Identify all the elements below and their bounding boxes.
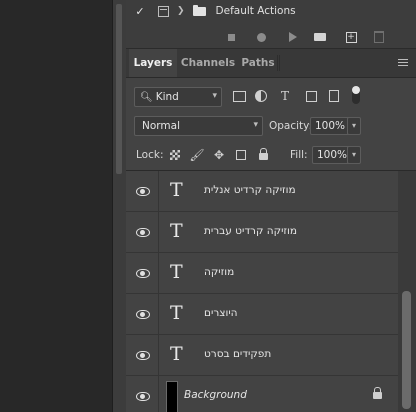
toggle-item-check-icon[interactable]: ✓ (132, 5, 148, 18)
type-layer-icon: T (170, 302, 183, 324)
eye-icon (136, 392, 150, 401)
strip-scroll-thumb[interactable] (116, 4, 122, 174)
blend-row: Normal ▾ Opacity: 100% ▾ (126, 112, 416, 140)
fill-field[interactable]: 100% (312, 146, 352, 164)
layer-name[interactable]: תפקידים בסרט (204, 348, 271, 360)
chevron-down-icon[interactable]: ❯ (177, 6, 185, 16)
eye-icon (136, 310, 150, 319)
type-layer-icon: T (170, 343, 183, 365)
create-new-action-button[interactable]: + (344, 28, 358, 46)
create-new-set-button[interactable] (312, 28, 328, 46)
filter-kind-label: Kind (155, 91, 179, 103)
chevron-down-icon: ▾ (212, 91, 217, 101)
visibility-toggle[interactable] (126, 376, 159, 412)
panel-tab-bar: Layers Channels Paths (126, 49, 416, 78)
layer-row[interactable]: T מוזיקה (126, 253, 398, 294)
layers-panel-dock: ✓ ❯ Default Actions + Layers Channels Pa… (126, 0, 416, 412)
type-layer-icon: T (170, 179, 183, 201)
canvas-area (0, 0, 112, 412)
smart-object-filter-icon[interactable] (327, 90, 341, 102)
layer-row[interactable]: T מוזיקה קרדיט אנלית (126, 171, 398, 212)
blend-mode-select[interactable]: Normal ▾ (134, 116, 263, 136)
lock-icon (373, 387, 382, 399)
tab-layers[interactable]: Layers (129, 49, 177, 77)
lock-artboard-icon[interactable] (234, 148, 248, 162)
lock-transparent-pixels-icon[interactable] (168, 148, 182, 162)
begin-recording-button[interactable] (254, 28, 268, 46)
action-set-name: Default Actions (215, 5, 296, 17)
layer-filter-row: 🔍︎ Kind ▾ T (126, 78, 416, 112)
search-icon: 🔍︎ (140, 91, 153, 103)
lock-image-pixels-icon[interactable]: 🖌︎ (189, 148, 204, 162)
visibility-toggle[interactable] (126, 294, 159, 334)
new-folder-icon (314, 33, 326, 41)
eye-icon (136, 351, 150, 360)
layer-name[interactable]: מוזיקה (204, 266, 234, 278)
lock-position-icon[interactable]: ✥ (212, 148, 226, 162)
visibility-toggle[interactable] (126, 335, 159, 375)
stop-playing-button[interactable] (224, 28, 238, 46)
layer-row-background[interactable]: Background (126, 376, 398, 412)
actions-panel: ✓ ❯ Default Actions + (126, 0, 416, 49)
scrollbar-thumb[interactable] (402, 291, 411, 409)
lock-label: Lock: (136, 149, 164, 161)
layer-name[interactable]: Background (184, 389, 247, 401)
toggle-dialog-icon[interactable] (158, 5, 169, 17)
shape-layer-filter-icon[interactable] (304, 90, 318, 102)
layer-row[interactable]: T היוצרים (126, 294, 398, 335)
visibility-toggle[interactable] (126, 253, 159, 293)
lock-all-icon[interactable] (256, 148, 270, 162)
type-layer-filter-icon[interactable]: T (278, 89, 292, 103)
pixel-layer-filter-icon[interactable] (232, 90, 246, 102)
panel-menu-icon[interactable] (398, 59, 408, 68)
type-layer-icon: T (170, 261, 183, 283)
eye-icon (136, 187, 150, 196)
play-selection-button[interactable] (286, 28, 300, 46)
panel-collapse-strip[interactable] (112, 0, 126, 412)
opacity-field[interactable]: 100% (310, 117, 350, 135)
filter-toggle-switch[interactable] (352, 86, 360, 104)
record-icon (256, 32, 266, 42)
layers-scrollbar[interactable] (398, 171, 416, 412)
visibility-toggle[interactable] (126, 212, 159, 252)
play-icon (289, 32, 297, 42)
eye-icon (136, 228, 150, 237)
new-action-icon: + (345, 31, 357, 43)
fill-label: Fill: (290, 149, 308, 161)
opacity-dropdown-button[interactable]: ▾ (347, 117, 361, 135)
layer-name[interactable]: מוזיקה קרדיט עברית (204, 225, 297, 237)
delete-button[interactable] (372, 28, 386, 46)
layer-row[interactable]: T תפקידים בסרט (126, 335, 398, 376)
layer-name[interactable]: מוזיקה קרדיט אנלית (204, 184, 296, 196)
blend-mode-value: Normal (142, 120, 180, 132)
folder-icon (192, 4, 206, 16)
visibility-toggle[interactable] (126, 171, 159, 211)
trash-icon (374, 31, 384, 43)
filter-kind-select[interactable]: 🔍︎ Kind ▾ (134, 87, 222, 107)
opacity-label: Opacity: (269, 120, 313, 132)
fill-dropdown-button[interactable]: ▾ (347, 146, 361, 164)
adjustment-layer-filter-icon[interactable] (254, 90, 268, 102)
stop-icon (227, 33, 235, 41)
layer-name[interactable]: היוצרים (204, 307, 238, 319)
eye-icon (136, 269, 150, 278)
tab-paths[interactable]: Paths (238, 49, 278, 77)
layer-row[interactable]: T מוזיקה קרדיט עברית (126, 212, 398, 253)
layers-list: T מוזיקה קרדיט אנלית T מוזיקה קרדיט עברי… (126, 171, 398, 412)
type-layer-icon: T (170, 220, 183, 242)
tab-divider (279, 55, 280, 71)
chevron-down-icon: ▾ (253, 120, 258, 130)
actions-toolbar: + (126, 28, 416, 46)
layer-thumbnail (166, 381, 178, 412)
lock-row: Lock: 🖌︎ ✥ Fill: 100% ▾ (126, 140, 416, 171)
action-set-row[interactable]: ✓ ❯ Default Actions (126, 0, 416, 22)
tab-channels[interactable]: Channels (180, 49, 236, 77)
